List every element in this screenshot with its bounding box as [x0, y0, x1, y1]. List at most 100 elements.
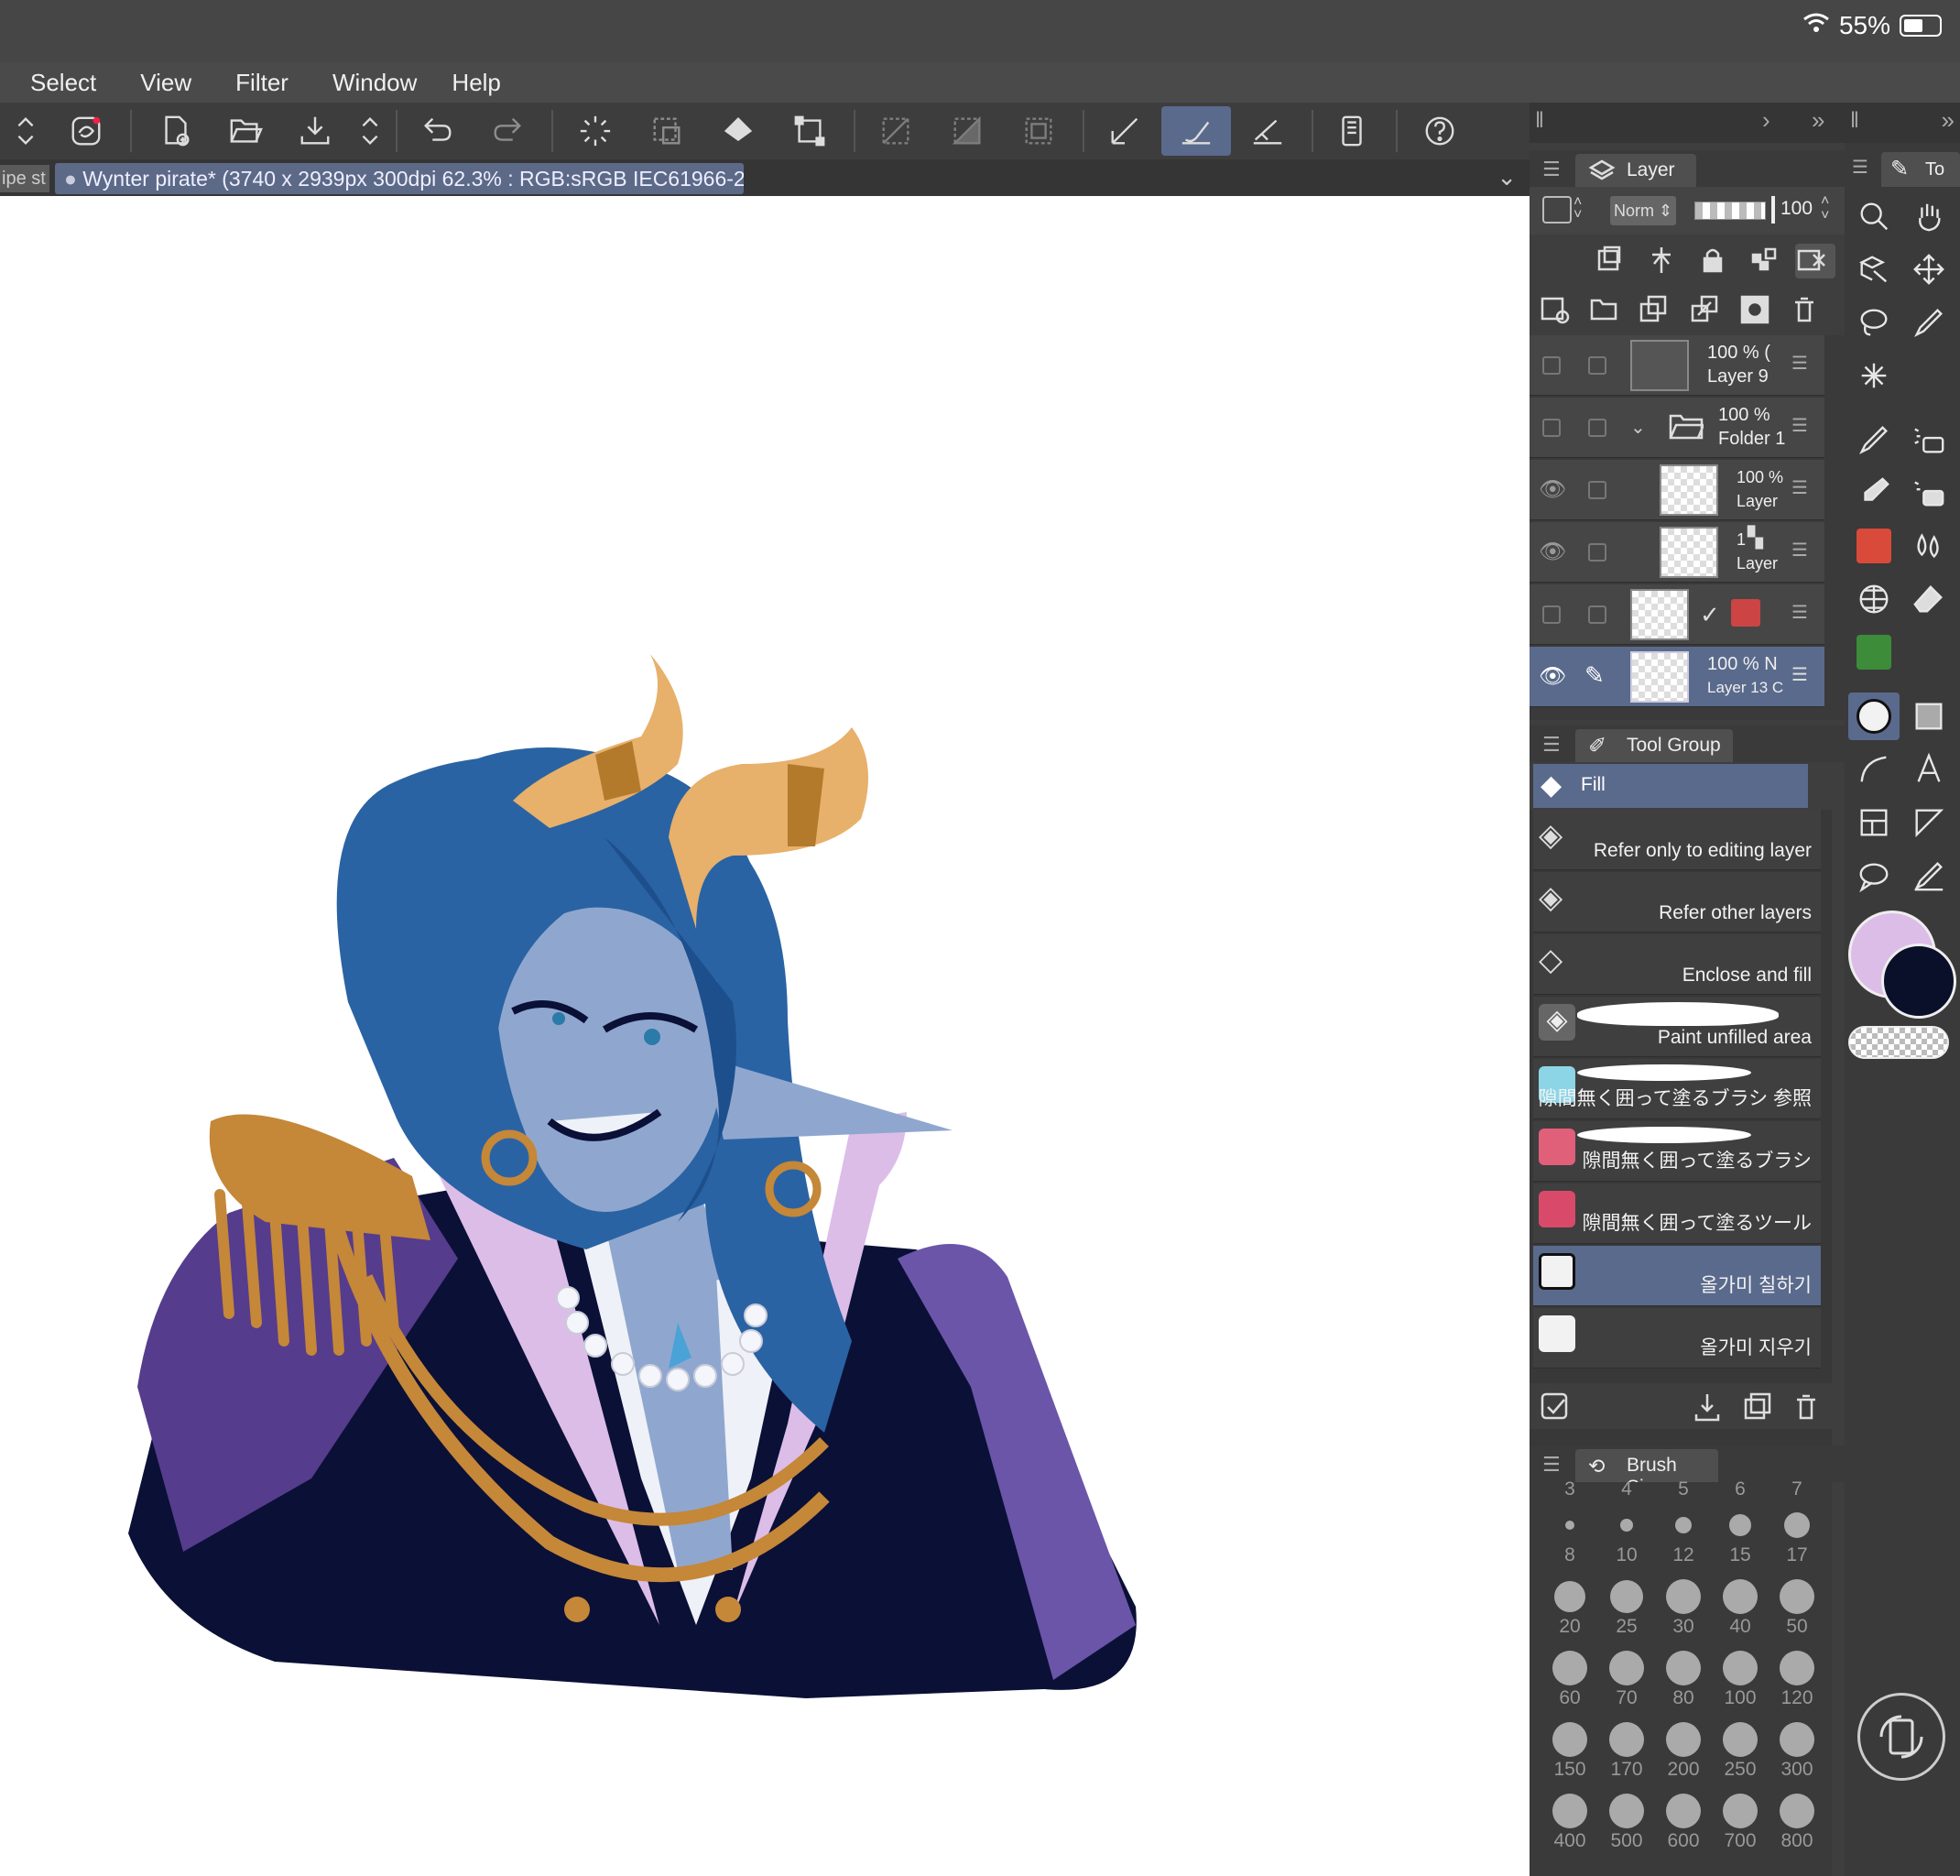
brush-size-option[interactable]: 250	[1713, 1720, 1768, 1792]
brush-size-option[interactable]: 4	[1599, 1478, 1654, 1502]
brush-size-option[interactable]: 3	[1542, 1478, 1597, 1502]
layer-row-folder[interactable]: ⌄ 100 % Folder 1 ☰	[1530, 398, 1824, 458]
brush-size-option[interactable]: 170	[1599, 1720, 1654, 1792]
brush-size-option[interactable]: 70	[1599, 1649, 1654, 1720]
drag-handle-icon[interactable]: ☰	[1791, 352, 1808, 375]
brush-size-option[interactable]: 80	[1656, 1649, 1711, 1720]
eyedropper-icon[interactable]	[1903, 299, 1955, 346]
pattern-tool-icon[interactable]	[1848, 575, 1900, 623]
stepper-arrows-icon[interactable]: ˄ ˅	[1821, 194, 1829, 224]
panel-menu-icon[interactable]: ☰	[1542, 1453, 1561, 1477]
layer-row[interactable]: 100 % ( Layer 9 ☰	[1530, 335, 1824, 396]
vector-pen-icon[interactable]	[1242, 106, 1293, 156]
panel-menu-icon[interactable]: ☰	[1542, 733, 1561, 757]
brush-size-option[interactable]: 15	[1713, 1506, 1768, 1577]
stepper-arrows-icon[interactable]: ˄ ˅	[1573, 195, 1595, 225]
brush-size-option[interactable]: 30	[1656, 1577, 1711, 1649]
transparent-color-swatch[interactable]	[1848, 1026, 1949, 1059]
layer-color-swatch[interactable]	[1542, 196, 1572, 224]
clip-layer-icon[interactable]	[1592, 244, 1625, 281]
zoom-tool-icon[interactable]	[1848, 192, 1900, 240]
opacity-slider[interactable]	[1694, 202, 1766, 220]
chevron-down-icon[interactable]: ⌄	[1630, 416, 1646, 439]
help-icon[interactable]	[1414, 106, 1465, 156]
lock-transparency-icon[interactable]	[1748, 244, 1780, 281]
eye-icon[interactable]: 👁	[1539, 539, 1566, 565]
edit-toggle[interactable]	[1588, 356, 1606, 375]
pen-tool-icon[interactable]	[1848, 416, 1900, 464]
lasso-tool-icon[interactable]	[1848, 299, 1900, 346]
opacity-value[interactable]: 100	[1780, 198, 1813, 220]
new-folder-icon[interactable]	[1588, 293, 1621, 331]
drag-handle-icon[interactable]: ☰	[1791, 476, 1808, 499]
speech-balloon-icon[interactable]	[1848, 852, 1900, 900]
tab-brush-size[interactable]: ⟲ Brush Size	[1575, 1449, 1718, 1498]
sub-tool-item[interactable]: ◈ Refer only to editing layer	[1533, 810, 1821, 870]
menu-view[interactable]: View	[96, 69, 191, 97]
edit-toggle[interactable]	[1588, 605, 1606, 624]
lock-icon[interactable]	[1696, 244, 1729, 281]
brush-size-option[interactable]: 7	[1769, 1478, 1824, 1502]
scroll-arrows-icon[interactable]	[7, 106, 44, 156]
drag-handle-icon[interactable]: ☰	[1791, 539, 1808, 562]
ruler-tool-icon[interactable]	[1903, 799, 1955, 846]
drawing-canvas[interactable]	[0, 196, 1530, 1876]
brush-size-option[interactable]: 8	[1542, 1506, 1597, 1577]
blend-tool-icon[interactable]	[1903, 522, 1955, 570]
curve-tool-icon[interactable]	[1848, 746, 1900, 793]
import-sub-tool-icon[interactable]	[1691, 1391, 1724, 1428]
menu-select[interactable]: Select	[0, 69, 96, 97]
clear-selection-icon[interactable]	[1013, 106, 1064, 156]
tab-previous-document[interactable]: ipe st	[0, 165, 49, 192]
redo-icon[interactable]	[482, 106, 533, 156]
tab-tool-group[interactable]: ✐ Tool Group	[1575, 729, 1733, 762]
open-file-icon[interactable]	[220, 106, 271, 156]
companion-app-icon[interactable]	[60, 106, 112, 156]
menu-filter[interactable]: Filter	[191, 69, 289, 97]
sub-tool-item[interactable]: 隙間無く囲って塗るツール	[1533, 1183, 1821, 1244]
sub-tool-item[interactable]: 隙間無く囲って塗るブラシ 参照	[1533, 1059, 1821, 1119]
layer-mask-icon[interactable]	[1738, 293, 1771, 331]
drag-handle-icon[interactable]: ☰	[1791, 663, 1808, 686]
decoration-tool-icon[interactable]	[1848, 522, 1900, 570]
menu-help[interactable]: Help	[417, 69, 500, 97]
brush-size-option[interactable]: 600	[1656, 1792, 1711, 1863]
tab-layer[interactable]: Layer	[1575, 154, 1696, 187]
visibility-toggle[interactable]	[1542, 605, 1561, 624]
tab-tool[interactable]: ✎ To	[1881, 152, 1960, 187]
selection-area-icon[interactable]	[641, 106, 692, 156]
edit-toggle[interactable]	[1588, 419, 1606, 437]
correct-line-icon[interactable]	[1903, 852, 1955, 900]
brush-size-option[interactable]: 6	[1713, 1478, 1768, 1502]
ruler-icon[interactable]	[1099, 106, 1150, 156]
brush-stabilizer-icon[interactable]	[1161, 106, 1231, 156]
sub-tool-item[interactable]: ◈ Refer other layers	[1533, 872, 1821, 933]
gradient-tool-icon[interactable]	[1903, 693, 1955, 740]
brush-size-option[interactable]: 25	[1599, 1577, 1654, 1649]
device-settings-icon[interactable]	[1326, 106, 1377, 156]
undo-icon[interactable]	[412, 106, 463, 156]
sub-tool-item[interactable]: 올가미 지우기	[1533, 1308, 1821, 1369]
drag-handle-icon[interactable]: ☰	[1791, 601, 1808, 624]
layer-row-3d[interactable]: ✓ ☰	[1530, 584, 1824, 645]
duplicate-sub-tool-icon[interactable]	[1742, 1391, 1775, 1428]
sub-color-swatch[interactable]	[1881, 943, 1956, 1019]
brush-size-option[interactable]: 50	[1769, 1577, 1824, 1649]
grass-decoration-icon[interactable]	[1848, 628, 1900, 676]
edit-toggle[interactable]	[1588, 481, 1606, 499]
panel-menu-icon[interactable]: ☰	[1542, 158, 1561, 181]
spray-tool-icon[interactable]	[1903, 469, 1955, 517]
new-file-icon[interactable]	[150, 106, 201, 156]
eye-icon[interactable]: 👁	[1539, 476, 1566, 503]
pencil-edit-icon[interactable]: ✎	[1584, 661, 1605, 690]
save-file-icon[interactable]	[289, 106, 341, 156]
sub-tool-item-selected[interactable]: 올가미 칠하기	[1533, 1246, 1821, 1306]
frame-tool-icon[interactable]	[1848, 799, 1900, 846]
double-chevron-icon[interactable]: »	[1812, 106, 1824, 135]
brush-size-option[interactable]: 700	[1713, 1792, 1768, 1863]
move-tool-icon[interactable]	[1903, 245, 1955, 293]
layer-row-selected[interactable]: 👁 ✎ 100 % N Layer 13 C ☰	[1530, 647, 1824, 707]
sub-tool-item[interactable]: ◇ Enclose and fill	[1533, 934, 1821, 995]
fill-bucket-icon[interactable]	[713, 106, 764, 156]
hand-tool-icon[interactable]	[1903, 192, 1955, 240]
